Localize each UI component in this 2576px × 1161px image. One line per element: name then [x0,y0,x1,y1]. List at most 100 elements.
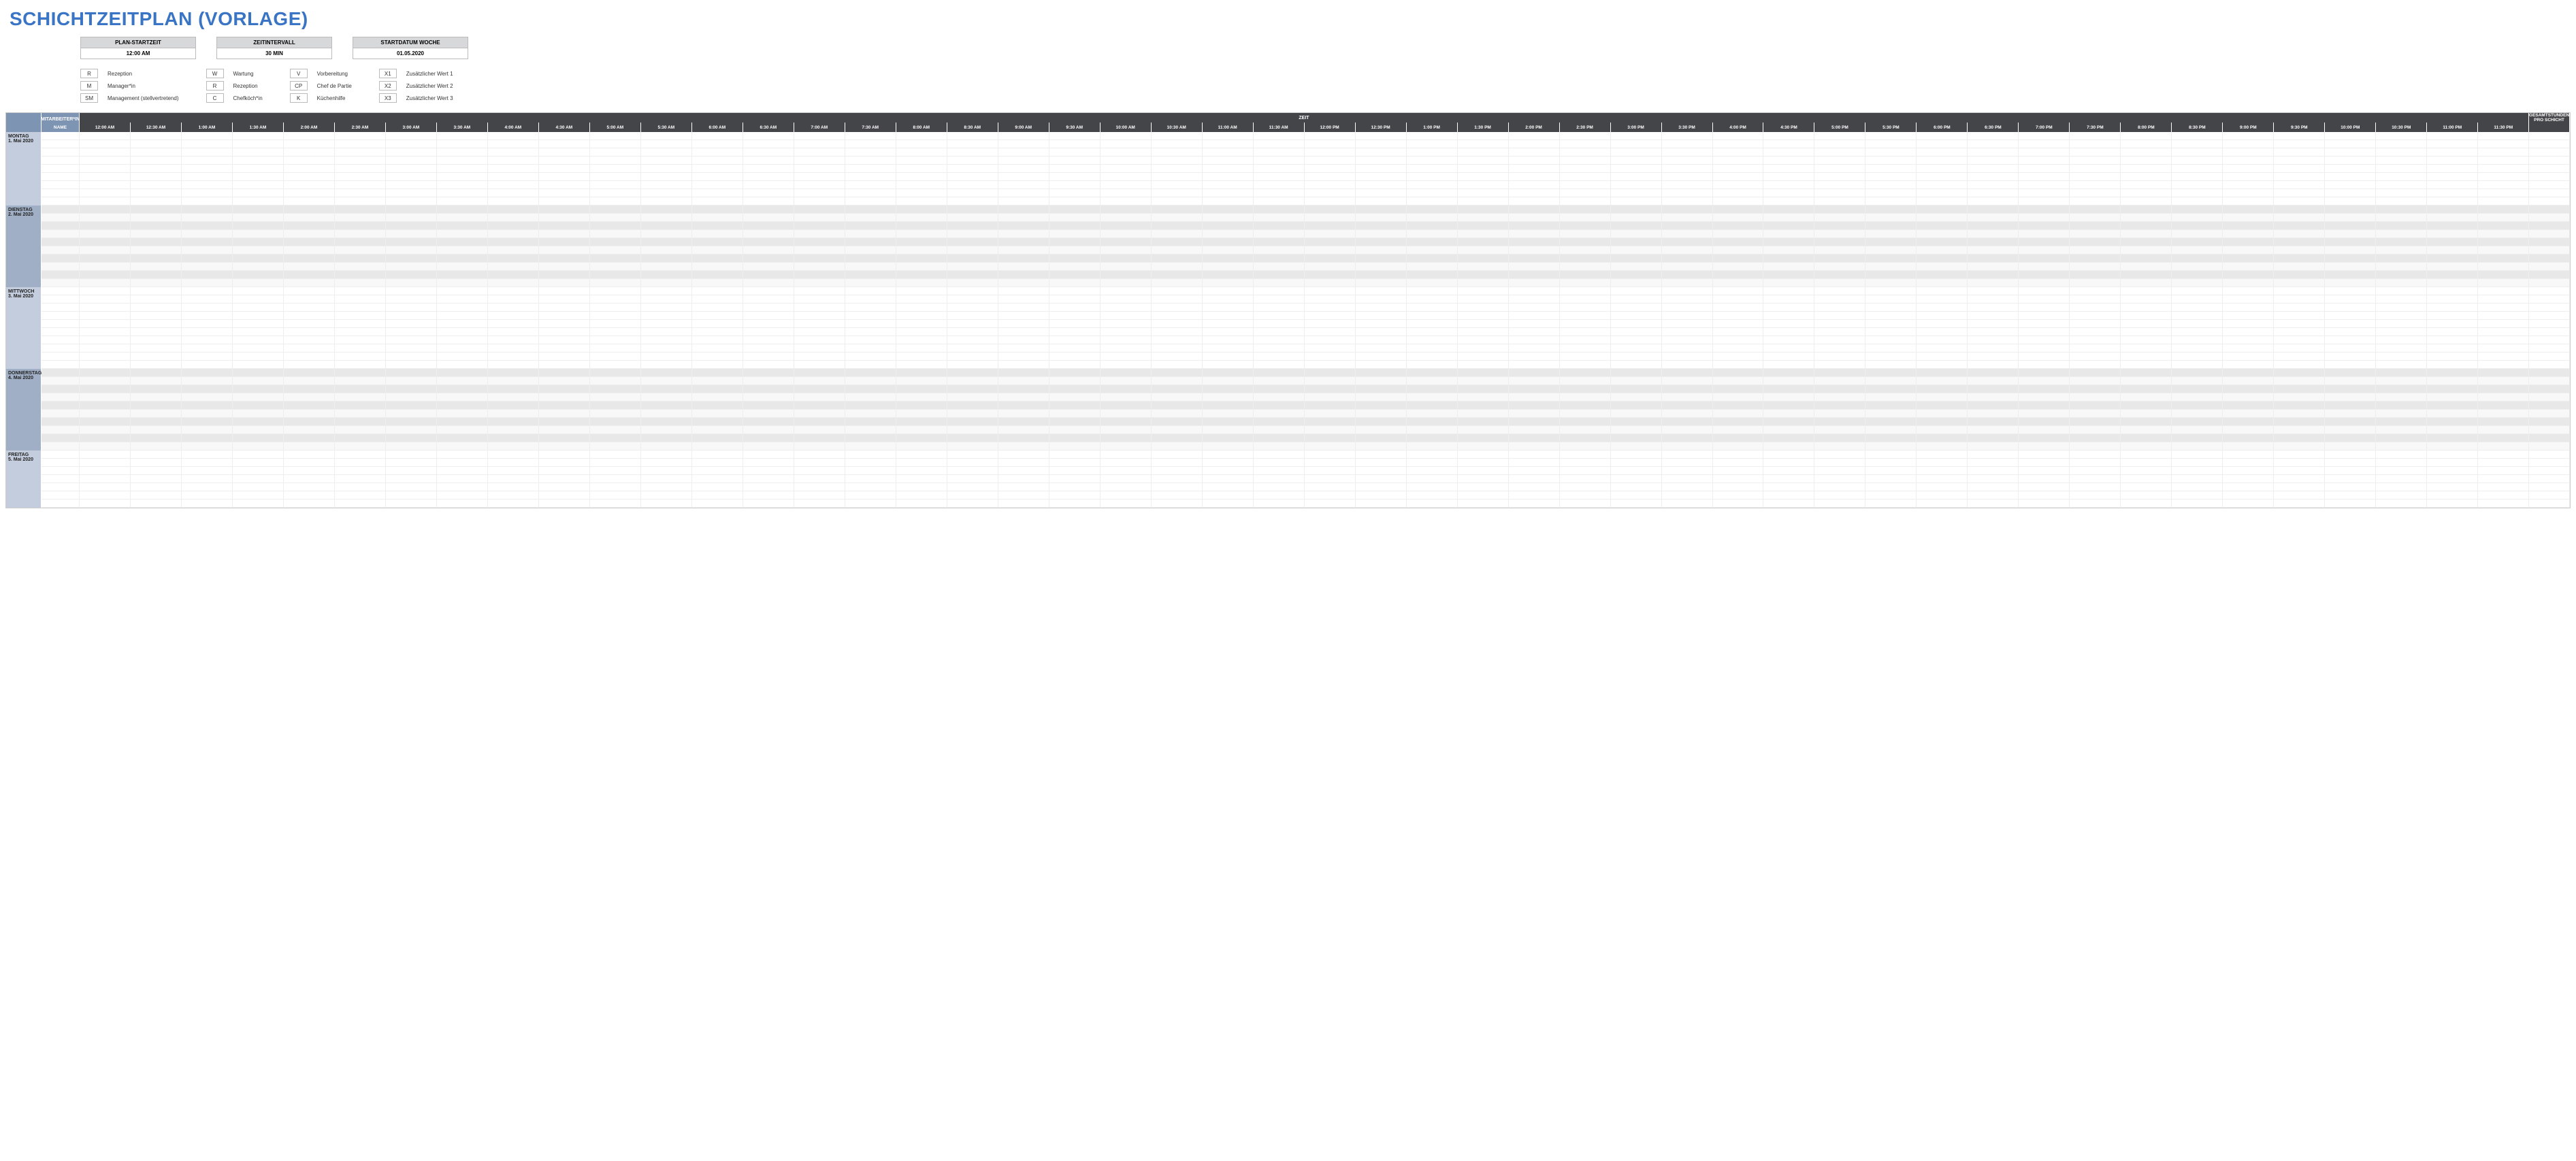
time-cell[interactable] [1458,320,1509,328]
time-cell[interactable] [1100,353,1152,361]
time-cell[interactable] [1407,344,1458,353]
time-cell[interactable] [437,402,488,410]
time-cell[interactable] [2478,418,2529,426]
time-cell[interactable] [2478,173,2529,181]
time-cell[interactable] [2121,467,2172,475]
time-cell[interactable] [182,312,233,320]
time-cell[interactable] [2172,271,2223,279]
time-cell[interactable] [947,148,998,157]
time-cell[interactable] [131,238,182,246]
time-cell[interactable] [2376,344,2427,353]
time-cell[interactable] [2070,377,2121,385]
time-cell[interactable] [1865,320,1917,328]
time-cell[interactable] [590,320,641,328]
time-cell[interactable] [1713,467,1764,475]
time-cell[interactable] [896,410,947,418]
time-cell[interactable] [743,500,794,508]
time-cell[interactable] [1356,157,1407,165]
time-cell[interactable] [2223,491,2274,500]
time-cell[interactable] [1814,361,1865,369]
time-cell[interactable] [2325,271,2376,279]
time-cell[interactable] [1305,434,1356,442]
time-cell[interactable] [2427,328,2478,336]
time-cell[interactable] [845,361,896,369]
time-cell[interactable] [1407,140,1458,148]
time-cell[interactable] [80,287,131,295]
time-cell[interactable] [2478,222,2529,230]
time-cell[interactable] [1763,255,1814,263]
time-cell[interactable] [2121,393,2172,402]
time-cell[interactable] [1865,263,1917,271]
time-cell[interactable] [1814,369,1865,377]
time-cell[interactable] [590,369,641,377]
time-cell[interactable] [1509,255,1560,263]
time-cell[interactable] [1356,459,1407,467]
time-cell[interactable] [1049,361,1100,369]
time-cell[interactable] [2325,369,2376,377]
time-cell[interactable] [1407,442,1458,451]
time-cell[interactable] [1611,426,1662,434]
time-cell[interactable] [488,140,539,148]
time-cell[interactable] [1509,214,1560,222]
time-cell[interactable] [1713,393,1764,402]
time-cell[interactable] [335,238,386,246]
time-cell[interactable] [1509,157,1560,165]
time-cell[interactable] [1917,353,1968,361]
time-cell[interactable] [1968,230,2019,238]
time-cell[interactable] [1203,165,1254,173]
time-cell[interactable] [539,369,590,377]
time-cell[interactable] [1100,189,1152,197]
time-cell[interactable] [1763,418,1814,426]
time-cell[interactable] [80,173,131,181]
time-cell[interactable] [2019,344,2070,353]
time-cell[interactable] [1611,157,1662,165]
time-cell[interactable] [845,206,896,214]
time-cell[interactable] [2427,483,2478,491]
time-cell[interactable] [692,165,743,173]
time-cell[interactable] [437,459,488,467]
time-cell[interactable] [488,410,539,418]
time-cell[interactable] [794,197,845,206]
time-cell[interactable] [896,369,947,377]
time-cell[interactable] [947,328,998,336]
employee-name-cell[interactable] [42,189,80,197]
time-cell[interactable] [1763,140,1814,148]
time-cell[interactable] [641,287,692,295]
time-cell[interactable] [2274,165,2325,173]
time-cell[interactable] [131,353,182,361]
time-cell[interactable] [539,500,590,508]
time-cell[interactable] [2376,246,2427,255]
time-cell[interactable] [2478,140,2529,148]
employee-name-cell[interactable] [42,271,80,279]
time-cell[interactable] [743,451,794,459]
time-cell[interactable] [1509,197,1560,206]
time-cell[interactable] [2478,320,2529,328]
time-cell[interactable] [1968,312,2019,320]
time-cell[interactable] [1968,181,2019,189]
time-cell[interactable] [1049,271,1100,279]
time-cell[interactable] [1917,304,1968,312]
time-cell[interactable] [2172,475,2223,483]
time-cell[interactable] [2019,206,2070,214]
time-cell[interactable] [80,442,131,451]
time-cell[interactable] [1203,336,1254,344]
time-cell[interactable] [1713,189,1764,197]
time-cell[interactable] [743,140,794,148]
time-cell[interactable] [2325,255,2376,263]
time-cell[interactable] [2019,328,2070,336]
time-cell[interactable] [1305,369,1356,377]
time-cell[interactable] [488,214,539,222]
time-cell[interactable] [2019,304,2070,312]
time-cell[interactable] [1100,369,1152,377]
time-cell[interactable] [2427,230,2478,238]
time-cell[interactable] [2325,353,2376,361]
time-cell[interactable] [794,271,845,279]
time-cell[interactable] [1763,222,1814,230]
time-cell[interactable] [1662,328,1713,336]
time-cell[interactable] [335,377,386,385]
time-cell[interactable] [1662,230,1713,238]
time-cell[interactable] [1305,475,1356,483]
time-cell[interactable] [1407,206,1458,214]
time-cell[interactable] [641,197,692,206]
time-cell[interactable] [2274,475,2325,483]
